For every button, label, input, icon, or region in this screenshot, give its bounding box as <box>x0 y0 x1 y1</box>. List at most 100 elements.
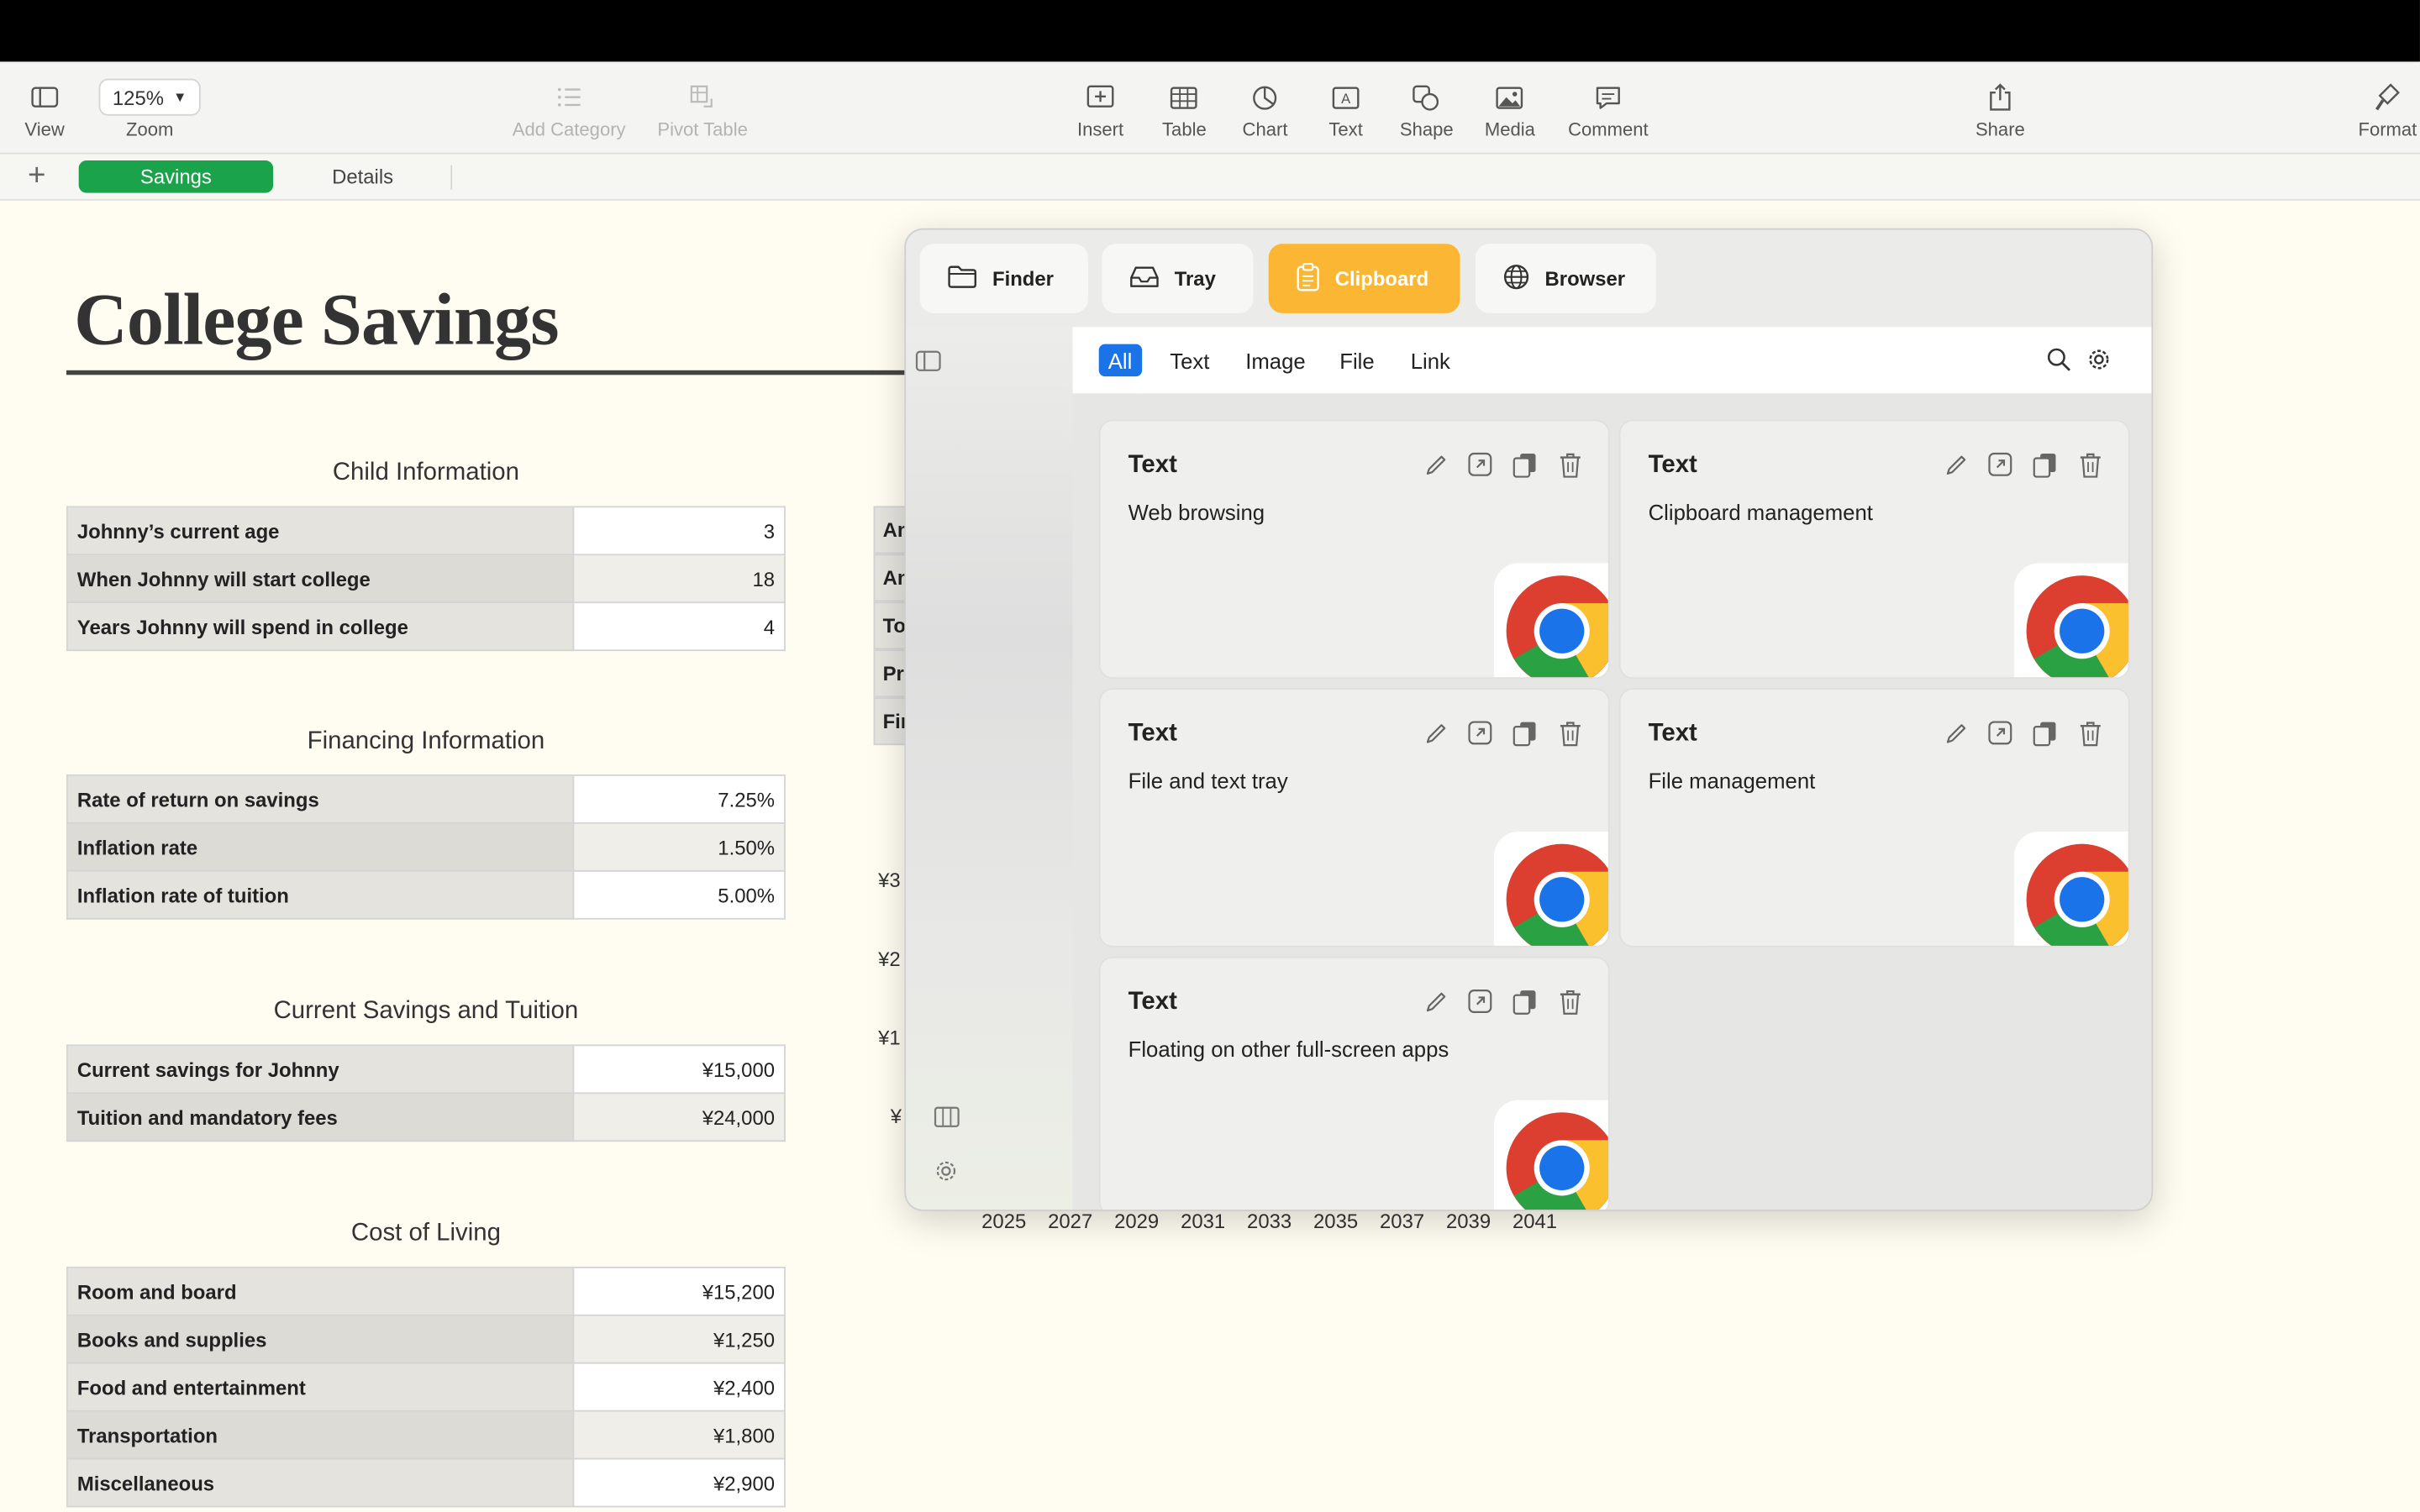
row-value[interactable]: ¥15,200 <box>572 1266 786 1316</box>
open-external-icon[interactable] <box>1466 719 1494 747</box>
edit-pencil-icon[interactable] <box>1422 719 1449 747</box>
tab-details[interactable]: Details <box>301 160 424 193</box>
partial-cell[interactable]: To <box>873 601 908 650</box>
row-label[interactable]: Current savings for Johnny <box>66 1044 575 1095</box>
table-row[interactable]: Johnny’s current age 3 <box>66 506 786 556</box>
table-row[interactable]: Miscellaneous ¥2,900 <box>66 1457 786 1508</box>
row-value[interactable]: 7.25% <box>572 774 786 824</box>
row-label[interactable]: Books and supplies <box>66 1314 575 1364</box>
edit-pencil-icon[interactable] <box>1942 719 1970 747</box>
row-value[interactable]: ¥24,000 <box>572 1092 786 1142</box>
share-button[interactable]: Share <box>1975 81 2025 140</box>
row-label[interactable]: When Johnny will start college <box>66 554 575 604</box>
table-row[interactable]: Years Johnny will spend in college 4 <box>66 601 786 652</box>
clip-card[interactable]: Text Floating on other full-screen apps <box>1100 958 1608 1210</box>
row-value[interactable]: ¥2,900 <box>572 1457 786 1508</box>
row-label[interactable]: Inflation rate of tuition <box>66 869 575 920</box>
row-value[interactable]: 18 <box>572 554 786 604</box>
trash-icon[interactable] <box>1555 987 1583 1015</box>
format-button[interactable]: Format <box>2358 81 2417 140</box>
open-external-icon[interactable] <box>1466 450 1494 478</box>
search-icon[interactable] <box>2046 347 2070 380</box>
partial-cell[interactable]: An <box>873 506 908 554</box>
row-value[interactable]: 5.00% <box>572 869 786 920</box>
gear-icon[interactable] <box>2086 347 2111 380</box>
add-sheet-button[interactable]: + <box>28 159 45 194</box>
table-row[interactable]: Inflation rate of tuition 5.00% <box>66 869 786 920</box>
table-row[interactable]: Transportation ¥1,800 <box>66 1410 786 1460</box>
row-value[interactable]: ¥2,400 <box>572 1362 786 1412</box>
edit-pencil-icon[interactable] <box>1422 987 1449 1015</box>
partial-cell[interactable]: An <box>873 554 908 602</box>
tab-tray[interactable]: Tray <box>1102 244 1254 313</box>
table-row[interactable]: Food and entertainment ¥2,400 <box>66 1362 786 1412</box>
shape-button[interactable]: Shape <box>1400 81 1454 140</box>
trash-icon[interactable] <box>2075 719 2103 747</box>
table-row[interactable]: Books and supplies ¥1,250 <box>66 1314 786 1364</box>
table-row[interactable]: Tuition and mandatory fees ¥24,000 <box>66 1092 786 1142</box>
chart-button[interactable]: Chart <box>1243 81 1287 140</box>
table-row[interactable]: Room and board ¥15,200 <box>66 1266 786 1316</box>
table-row[interactable]: When Johnny will start college 18 <box>66 554 786 604</box>
tab-savings[interactable]: Savings <box>78 160 274 193</box>
row-value[interactable]: 1.50% <box>572 822 786 872</box>
add-category-button[interactable]: Add Category <box>513 81 626 140</box>
row-label[interactable]: Transportation <box>66 1410 575 1460</box>
zoom-control[interactable]: 125% ▼ Zoom <box>98 78 201 140</box>
tab-browser[interactable]: Browser <box>1475 244 1656 313</box>
table-row[interactable]: Inflation rate 1.50% <box>66 822 786 872</box>
sidebar-toggle-icon[interactable] <box>915 350 941 380</box>
row-label[interactable]: Inflation rate <box>66 822 575 872</box>
pivot-table-button[interactable]: Pivot Table <box>657 81 748 140</box>
tab-finder[interactable]: Finder <box>919 244 1088 313</box>
edit-pencil-icon[interactable] <box>1422 450 1449 478</box>
text-button[interactable]: A Text <box>1328 81 1363 140</box>
partial-cell[interactable]: Pr <box>873 649 908 698</box>
trash-icon[interactable] <box>1555 450 1583 478</box>
columns-icon[interactable] <box>934 1106 960 1136</box>
clip-card[interactable]: Text Web browsing <box>1100 421 1608 678</box>
copy-icon[interactable] <box>1511 719 1539 747</box>
filter-image[interactable]: Image <box>1245 344 1305 377</box>
row-label[interactable]: Room and board <box>66 1266 575 1316</box>
table-row[interactable]: Rate of return on savings 7.25% <box>66 774 786 824</box>
tab-clipboard[interactable]: Clipboard <box>1268 244 1460 313</box>
table-button[interactable]: Table <box>1162 81 1207 140</box>
comment-button[interactable]: Comment <box>1568 81 1649 140</box>
partial-cell[interactable]: Fir <box>873 697 908 746</box>
filter-link[interactable]: Link <box>1411 344 1450 377</box>
row-value[interactable]: ¥1,250 <box>572 1314 786 1364</box>
row-label[interactable]: Johnny’s current age <box>66 506 575 556</box>
row-value[interactable]: ¥1,800 <box>572 1410 786 1460</box>
open-external-icon[interactable] <box>1986 450 2014 478</box>
edit-pencil-icon[interactable] <box>1942 450 1970 478</box>
filter-text[interactable]: Text <box>1170 344 1209 377</box>
clip-card[interactable]: Text File and text tray <box>1100 690 1608 946</box>
trash-icon[interactable] <box>1555 719 1583 747</box>
row-label[interactable]: Years Johnny will spend in college <box>66 601 575 652</box>
row-label[interactable]: Miscellaneous <box>66 1457 575 1508</box>
copy-icon[interactable] <box>1511 450 1539 478</box>
media-button[interactable]: Media <box>1485 81 1535 140</box>
row-label[interactable]: Food and entertainment <box>66 1362 575 1412</box>
clip-card[interactable]: Text File management <box>1620 690 2128 946</box>
trash-icon[interactable] <box>2075 450 2103 478</box>
copy-icon[interactable] <box>2031 450 2059 478</box>
copy-icon[interactable] <box>2031 719 2059 747</box>
row-value[interactable]: ¥15,000 <box>572 1044 786 1095</box>
settings-gear-icon[interactable] <box>934 1158 958 1191</box>
clip-card[interactable]: Text Clipboard management <box>1620 421 2128 678</box>
open-external-icon[interactable] <box>1466 987 1494 1015</box>
row-value[interactable]: 4 <box>572 601 786 652</box>
row-value[interactable]: 3 <box>572 506 786 556</box>
table-row[interactable]: Current savings for Johnny ¥15,000 <box>66 1044 786 1095</box>
copy-icon[interactable] <box>1511 987 1539 1015</box>
open-external-icon[interactable] <box>1986 719 2014 747</box>
row-label[interactable]: Rate of return on savings <box>66 774 575 824</box>
zoom-select[interactable]: 125% ▼ <box>98 78 201 116</box>
filter-file[interactable]: File <box>1339 344 1374 377</box>
view-button[interactable]: View <box>24 81 65 140</box>
insert-button[interactable]: Insert <box>1077 81 1123 140</box>
row-label[interactable]: Tuition and mandatory fees <box>66 1092 575 1142</box>
filter-all[interactable]: All <box>1098 344 1142 377</box>
